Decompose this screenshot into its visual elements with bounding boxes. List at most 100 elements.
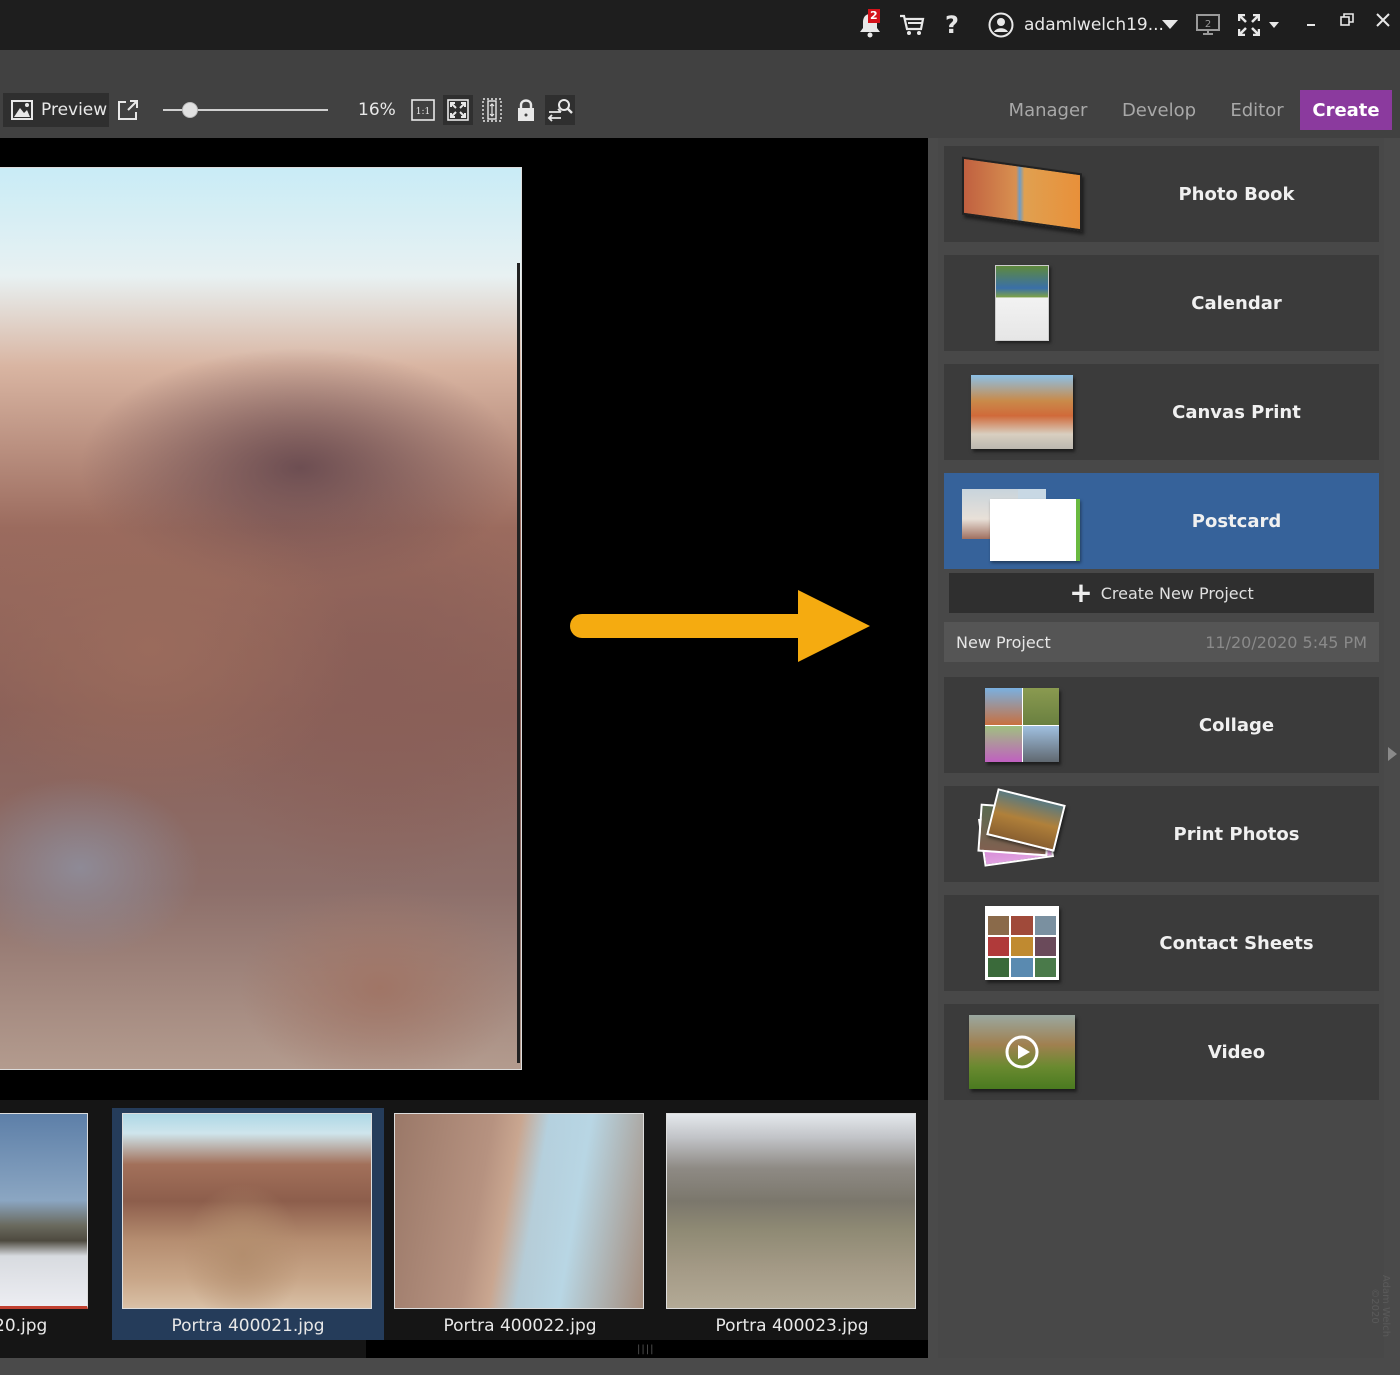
project-label: Postcard [1191,510,1282,532]
project-label: Contact Sheets [1159,932,1314,954]
external-link-icon [118,100,138,120]
project-label: Print Photos [1173,823,1300,845]
fullscreen-button[interactable] [1236,0,1262,50]
second-monitor-button[interactable]: 2 [1194,0,1222,50]
monitor-icon: 2 [1196,14,1220,35]
username-label[interactable]: adamlwelch19... [1024,0,1164,50]
film-thumbnail [666,1113,916,1309]
close-icon [1376,13,1390,27]
project-label: Canvas Print [1172,401,1301,423]
calendar-thumbnail [960,263,1084,343]
create-new-project-label: Create New Project [1100,583,1254,603]
preview-button[interactable]: Preview [3,93,109,127]
status-bar [0,1358,1400,1375]
minimize-icon [1307,24,1315,26]
tab-editor[interactable]: Editor [1220,90,1294,130]
print-photos-thumbnail [960,788,1084,874]
swap-search-icon [547,99,573,122]
one-to-one-icon: 1:1 [411,99,435,121]
fit-to-screen-button[interactable] [443,95,473,125]
arrow-annotation-icon [570,590,870,662]
film-thumbnail [122,1113,372,1309]
dropdown-icon [1162,20,1178,29]
toolbar: Preview 16% 1:1 Manager Develop Editor C… [0,50,1400,138]
cart-icon [900,14,925,35]
minimize-button[interactable] [1300,0,1322,50]
project-label: Collage [1198,714,1275,736]
svg-text:1:1: 1:1 [416,107,430,117]
image-viewer[interactable] [0,138,928,1100]
app-window: 2 ? adamlwelch19... 2 Preview 16% 1:1 Ma… [0,0,1400,1375]
project-card-contact-sheets[interactable]: Contact Sheets [944,895,1379,991]
filmstrip: 20.jpg Portra 400021.jpg Portra 400022.j… [0,1100,928,1358]
film-label: 20.jpg [0,1316,48,1336]
project-label: Photo Book [1178,183,1295,205]
project-card-print-photos[interactable]: Print Photos [944,786,1379,882]
photo-edge-shadow [517,263,520,1063]
compare-zoom-button[interactable] [545,95,575,125]
film-item[interactable]: 20.jpg [0,1108,100,1340]
preview-photo [0,167,522,1070]
film-label: Portra 400023.jpg [715,1316,869,1336]
project-card-calendar[interactable]: Calendar [944,255,1379,351]
monitor-number: 2 [1205,19,1211,30]
title-bar: 2 ? adamlwelch19... 2 [0,0,1400,50]
project-label: Calendar [1191,292,1282,314]
project-card-postcard[interactable]: Postcard [944,473,1379,569]
plus-icon: + [1069,576,1093,609]
cart-button[interactable] [896,0,928,50]
project-label: Video [1207,1041,1266,1063]
film-item[interactable]: Portra 400023.jpg [656,1108,928,1340]
fullscreen-dropdown[interactable] [1266,0,1282,50]
project-date: 11/20/2020 5:45 PM [1205,632,1367,652]
film-item[interactable]: Portra 400022.jpg [384,1108,656,1340]
create-panel: Photo Book Calendar Canvas Print Postcar… [928,138,1400,1358]
photo-book-thumbnail [960,154,1084,234]
tab-manager[interactable]: Manager [998,90,1098,130]
zoom-1to1-button[interactable]: 1:1 [408,95,438,125]
film-thumbnail [394,1113,644,1309]
contact-sheets-thumbnail [960,903,1084,983]
zoom-level: 16% [358,100,396,120]
fit-height-button[interactable] [477,95,507,125]
restore-button[interactable] [1336,0,1358,50]
canvas-print-thumbnail [960,372,1084,452]
user-avatar-button[interactable] [986,0,1016,50]
create-new-project-button[interactable]: + Create New Project [949,573,1374,613]
project-name: New Project [956,632,1051,652]
lock-button[interactable] [511,95,541,125]
zoom-slider-thumb[interactable] [182,102,199,118]
restore-icon [1340,13,1354,26]
panel-collapse-arrow-icon[interactable] [1388,747,1397,761]
project-card-video[interactable]: Video [944,1004,1379,1100]
collage-thumbnail [960,685,1084,765]
user-icon [988,12,1014,38]
tab-create[interactable]: Create [1300,90,1392,130]
film-label: Portra 400022.jpg [443,1316,597,1336]
watermark: Adam Welch ©2020 [1369,1274,1391,1338]
open-external-button[interactable] [113,95,143,125]
project-card-photo-book[interactable]: Photo Book [944,146,1379,242]
fit-height-icon [482,98,502,122]
film-item-selected[interactable]: Portra 400021.jpg [112,1108,384,1340]
project-card-canvas-print[interactable]: Canvas Print [944,364,1379,460]
film-thumbnail [0,1113,88,1309]
tab-develop[interactable]: Develop [1112,90,1206,130]
account-dropdown[interactable] [1158,0,1182,50]
image-icon [11,100,33,120]
chevron-down-icon [1269,22,1279,28]
notifications-button[interactable]: 2 [852,0,888,50]
filmstrip-resize-grip[interactable]: |||| [637,1344,653,1356]
help-button[interactable]: ? [938,0,966,50]
project-card-collage[interactable]: Collage [944,677,1379,773]
fit-screen-icon [447,99,469,121]
lock-icon [518,99,534,121]
preview-label: Preview [41,100,108,120]
notification-badge: 2 [868,9,880,23]
help-icon: ? [945,11,959,39]
film-label: Portra 400021.jpg [171,1316,325,1336]
close-button[interactable] [1372,0,1394,50]
existing-project-row[interactable]: New Project 11/20/2020 5:45 PM [944,622,1379,662]
video-thumbnail [960,1012,1084,1092]
postcard-thumbnail [960,481,1084,561]
